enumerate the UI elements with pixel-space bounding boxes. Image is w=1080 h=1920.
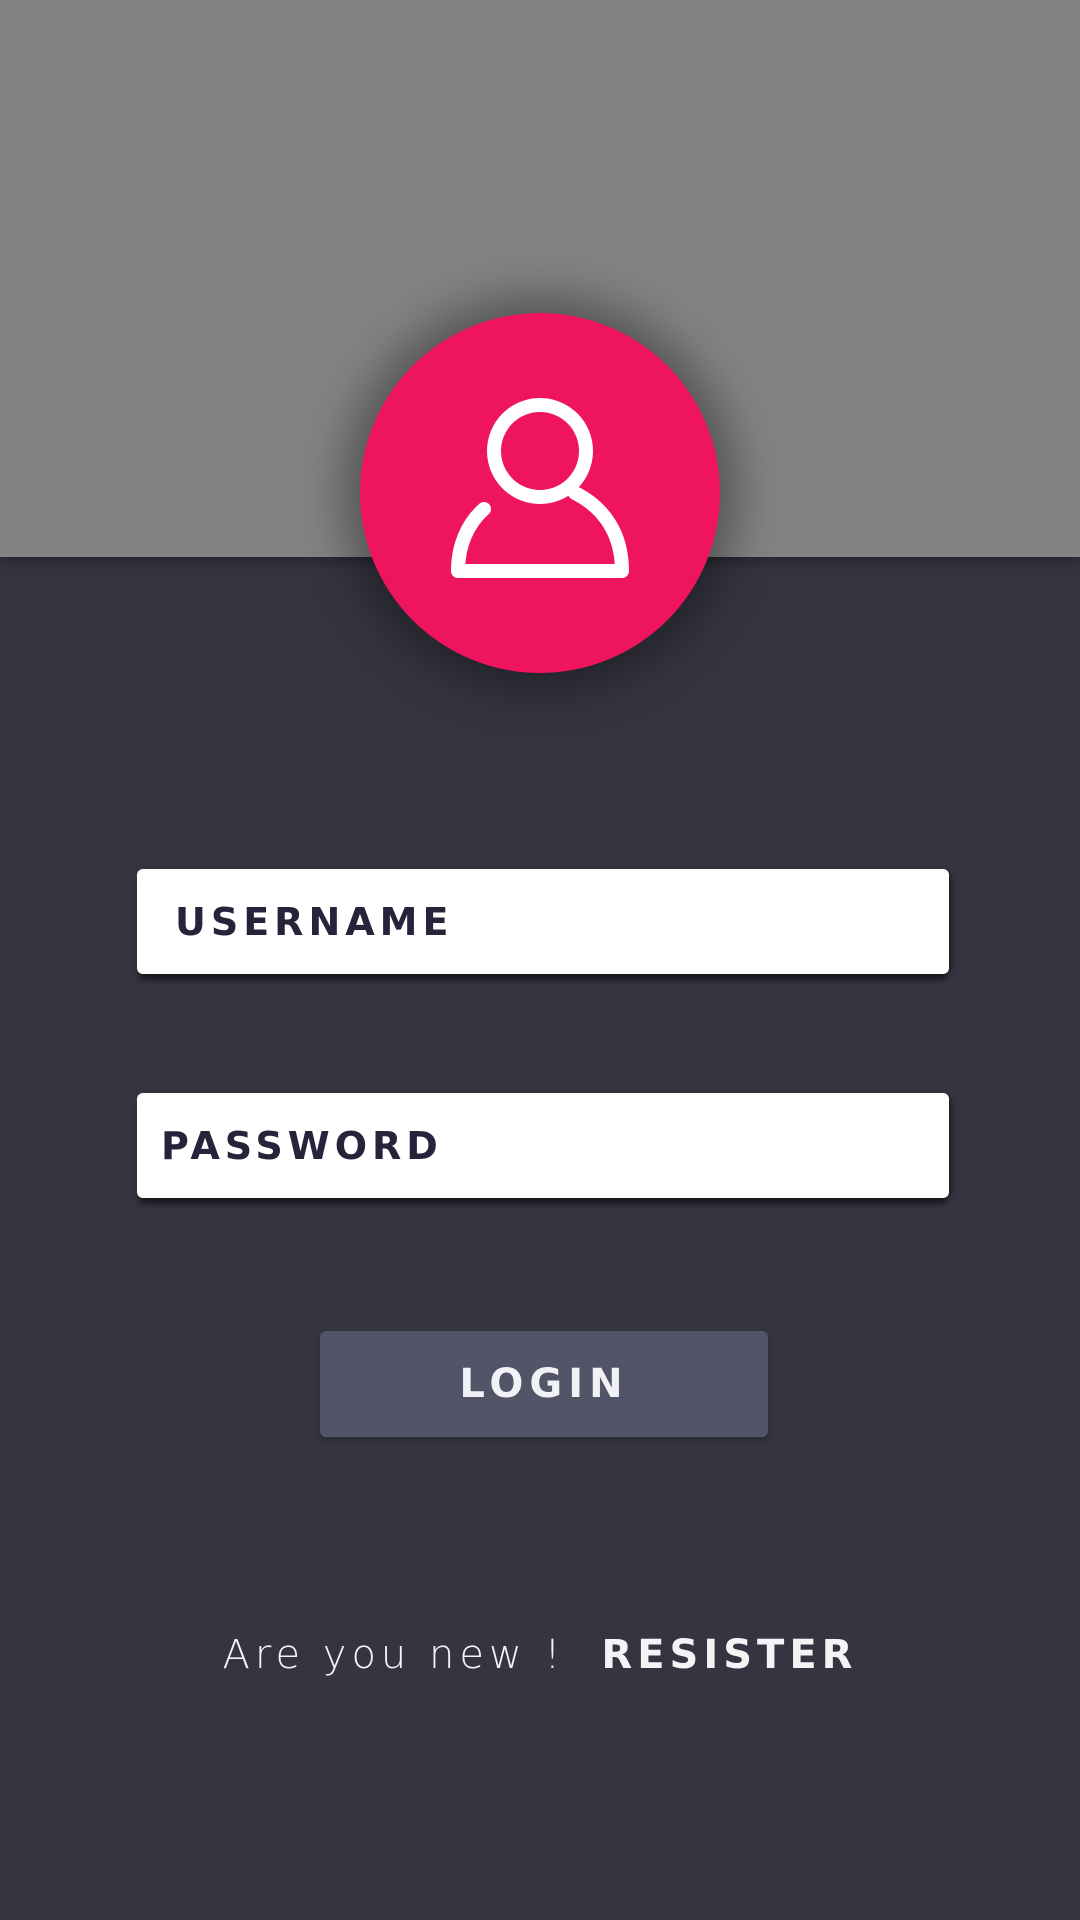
login-screen: LOGIN Are you new ! RESISTER xyxy=(0,0,1080,1920)
avatar xyxy=(360,313,720,673)
register-row: Are you new ! RESISTER xyxy=(0,1625,1080,1685)
register-link[interactable]: RESISTER xyxy=(601,1632,857,1678)
login-button[interactable]: LOGIN xyxy=(320,1331,768,1437)
password-input[interactable] xyxy=(137,1093,949,1198)
username-input[interactable] xyxy=(137,869,949,974)
password-field[interactable] xyxy=(137,1093,949,1198)
register-prompt: Are you new ! xyxy=(222,1632,566,1678)
username-field[interactable] xyxy=(137,869,949,974)
user-icon xyxy=(451,398,629,578)
